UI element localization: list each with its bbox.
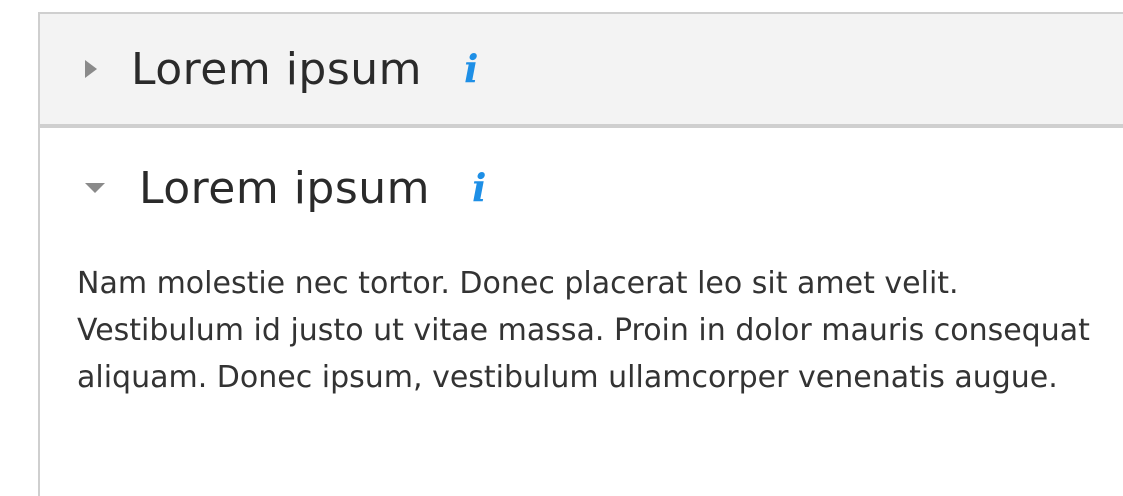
- info-icon[interactable]: i: [464, 50, 478, 88]
- accordion-panel-1: Lorem ipsum i: [40, 14, 1123, 128]
- chevron-down-icon[interactable]: [85, 183, 105, 193]
- info-icon[interactable]: i: [472, 169, 486, 207]
- panel-body-text: Nam molestie nec tortor. Donec placerat …: [77, 266, 1090, 395]
- accordion-panel-1-header[interactable]: Lorem ipsum i: [40, 14, 1123, 128]
- panel-title: Lorem ipsum: [131, 43, 423, 95]
- accordion: Lorem ipsum i Lorem ipsum i Nam molestie…: [38, 12, 1123, 496]
- chevron-right-icon[interactable]: [85, 60, 97, 78]
- accordion-panel-2-header[interactable]: Lorem ipsum i: [40, 128, 1123, 242]
- accordion-panel-2: Lorem ipsum i Nam molestie nec tortor. D…: [40, 128, 1123, 401]
- panel-title: Lorem ipsum: [139, 162, 431, 214]
